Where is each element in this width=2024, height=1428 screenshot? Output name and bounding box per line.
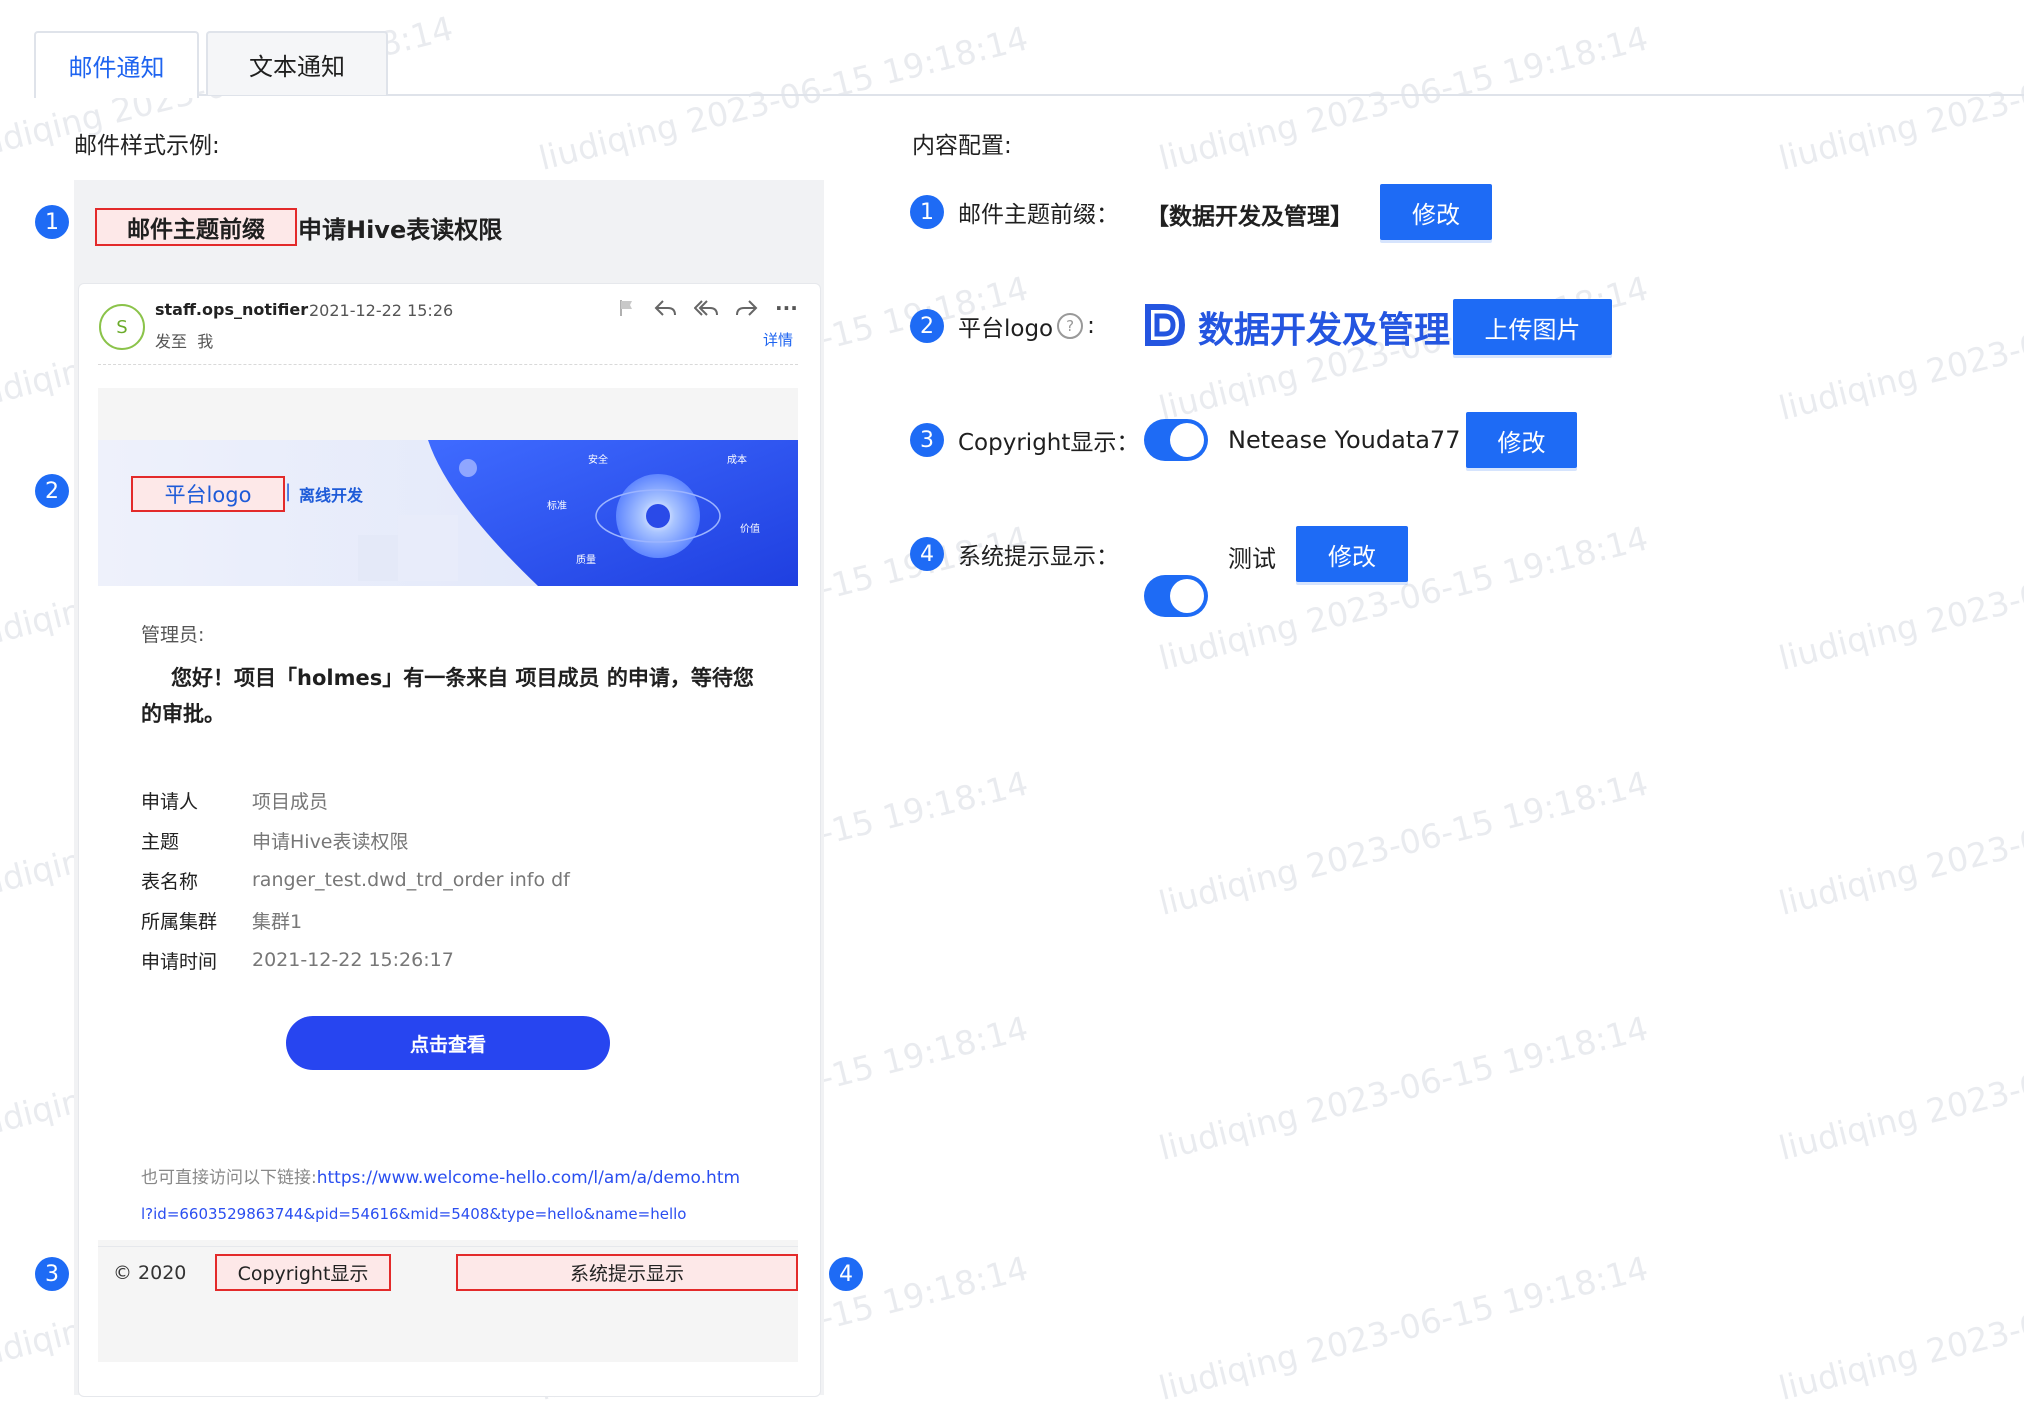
- subject-prefix-text: 邮件主题前缀: [127, 217, 265, 243]
- edit-copyright-button[interactable]: 修改: [1466, 412, 1577, 468]
- watermark: liudiqing 2023-06-15 19:18:14: [1775, 268, 2024, 428]
- footer-divider: [98, 1246, 798, 1247]
- watermark: liudiqing 2023-06-15 19:18:14: [1775, 1008, 2024, 1168]
- greeting: 管理员:: [141, 624, 205, 646]
- info-row: 申请人 项目成员: [141, 780, 570, 820]
- badge-3: 3: [35, 1257, 69, 1291]
- sent-to-value: 我: [197, 332, 214, 351]
- info-value: 2021-12-22 15:26:17: [252, 949, 454, 971]
- logo-separator: |: [285, 481, 292, 502]
- info-key: 申请时间: [141, 950, 218, 973]
- watermark: liudiqing 2023-06-15 19:18:14: [1155, 1008, 1652, 1168]
- badge-1: 1: [35, 205, 69, 239]
- help-icon[interactable]: ?: [1057, 313, 1084, 339]
- reply-all-icon[interactable]: [693, 298, 720, 324]
- info-table: 申请人 项目成员 主题 申请Hive表读权限 表名称 ranger_test.dwd_…: [141, 780, 570, 980]
- view-details-button[interactable]: 点击查看: [286, 1016, 610, 1070]
- copyright-value: Netease Youdata77: [1228, 426, 1461, 454]
- watermark: liudiqing 2023-06-15 19:18:14: [1775, 1248, 2024, 1408]
- direct-link[interactable]: https://www.welcome-hello.com/l/am/a/dem…: [317, 1168, 740, 1188]
- badge-3: 3: [910, 423, 944, 457]
- watermark: liudiqing 2023-06-15 19:18:14: [1155, 763, 1652, 923]
- edit-system-tip-button[interactable]: 修改: [1296, 526, 1408, 582]
- logo-config-colon: :: [1087, 313, 1095, 339]
- info-row: 所属集群 集群1: [141, 900, 570, 940]
- badge-2: 2: [35, 474, 69, 508]
- watermark: liudiqing 2023-06-15 19:18:14: [1155, 1248, 1652, 1408]
- preview-section-title: 邮件样式示例:: [74, 133, 220, 159]
- detail-link[interactable]: 详情: [763, 329, 793, 350]
- system-tip-placeholder: 系统提示显示: [569, 1263, 684, 1285]
- banner-tag: 质量: [576, 555, 596, 566]
- system-tip-toggle[interactable]: [1144, 575, 1208, 617]
- banner-tag: 价值: [740, 524, 760, 535]
- copyright-placeholder: Copyright显示: [237, 1263, 369, 1285]
- config-section-title: 内容配置:: [912, 133, 1012, 159]
- banner-graphic: [98, 440, 798, 586]
- copyright-year: © 2020: [113, 1262, 187, 1284]
- config-row-logo: 2 平台logo ? :: [910, 296, 1095, 356]
- logo-placeholder: 平台logo: [164, 483, 252, 507]
- config-row-system-tip: 4 系统提示显示：: [910, 524, 1119, 584]
- subject-prefix-label: 邮件主题前缀：: [958, 202, 1119, 228]
- more-icon[interactable]: ···: [775, 296, 798, 320]
- mail-banner: [98, 440, 798, 586]
- badge-4: 4: [829, 1257, 863, 1291]
- banner-tag: 标准: [547, 501, 567, 512]
- forward-icon[interactable]: [734, 298, 758, 324]
- watermark: liudiqing 2023-06-15 19:18:14: [1775, 518, 2024, 678]
- mail-subject: 申请Hive表读权限: [298, 215, 503, 244]
- banner-tag: 成本: [727, 455, 747, 466]
- flag-icon[interactable]: [617, 298, 637, 324]
- reply-icon[interactable]: [654, 298, 678, 324]
- sender-name: staff.ops_notifier: [155, 300, 309, 319]
- upload-image-button[interactable]: 上传图片: [1453, 299, 1612, 355]
- sender-avatar: S: [99, 304, 145, 350]
- copyright-toggle[interactable]: [1144, 419, 1208, 461]
- tab-text-notification[interactable]: 文本通知: [206, 31, 388, 95]
- direct-link-continued[interactable]: l?id=6603529863744&pid=54616&mid=5408&ty…: [141, 1205, 686, 1223]
- info-row: 主题 申请Hive表读权限: [141, 820, 570, 860]
- info-value: ranger_test.dwd_trd_order info df: [252, 869, 570, 891]
- config-row-copyright: 3 Copyright显示：: [910, 410, 1139, 470]
- info-row: 申请时间 2021-12-22 15:26:17: [141, 940, 570, 980]
- sent-to: 发至 我: [155, 328, 213, 352]
- info-key: 主题: [141, 830, 180, 853]
- edit-subject-prefix-button[interactable]: 修改: [1380, 184, 1492, 240]
- info-value: 项目成员: [252, 790, 329, 813]
- header-divider: [98, 364, 798, 365]
- config-row-subject-prefix: 1 邮件主题前缀：: [910, 182, 1119, 242]
- system-tip-value: 测试: [1228, 545, 1276, 573]
- tab-bar: 邮件通知 文本通知: [34, 31, 2024, 98]
- platform-logo-text: 数据开发及管理: [1198, 310, 1451, 351]
- copyright-config-label: Copyright显示：: [958, 430, 1140, 456]
- logo-subtitle: 离线开发: [299, 486, 364, 505]
- platform-logo-icon: [1142, 303, 1188, 351]
- info-value: 申请Hive表读权限: [252, 830, 409, 853]
- info-row: 表名称 ranger_test.dwd_trd_order info df: [141, 860, 570, 900]
- link-prefix: 也可直接访问以下链接:: [141, 1168, 317, 1188]
- system-tip-config-label: 系统提示显示：: [958, 544, 1119, 570]
- logo-config-label: 平台logo: [958, 316, 1054, 342]
- sent-to-label: 发至: [155, 332, 188, 351]
- info-key: 表名称: [141, 870, 199, 893]
- mail-message: 您好！项目「holmes」有一条来自 项目成员 的申请，等待您的审批。: [141, 666, 754, 726]
- watermark: liudiqing 2023-06-15 19:18:14: [1775, 763, 2024, 923]
- direct-link-text: 也可直接访问以下链接:https://www.welcome-hello.com…: [141, 1160, 781, 1232]
- sent-time: 2021-12-22 15:26: [309, 301, 454, 320]
- badge-1: 1: [910, 195, 944, 229]
- badge-2: 2: [910, 309, 944, 343]
- info-key: 申请人: [141, 790, 199, 813]
- banner-tag: 安全: [588, 455, 608, 466]
- info-value: 集群1: [252, 910, 303, 933]
- tab-email-notification[interactable]: 邮件通知: [34, 31, 199, 98]
- badge-4: 4: [910, 537, 944, 571]
- info-key: 所属集群: [141, 910, 218, 933]
- subject-prefix-value: 【数据开发及管理】: [1146, 204, 1353, 230]
